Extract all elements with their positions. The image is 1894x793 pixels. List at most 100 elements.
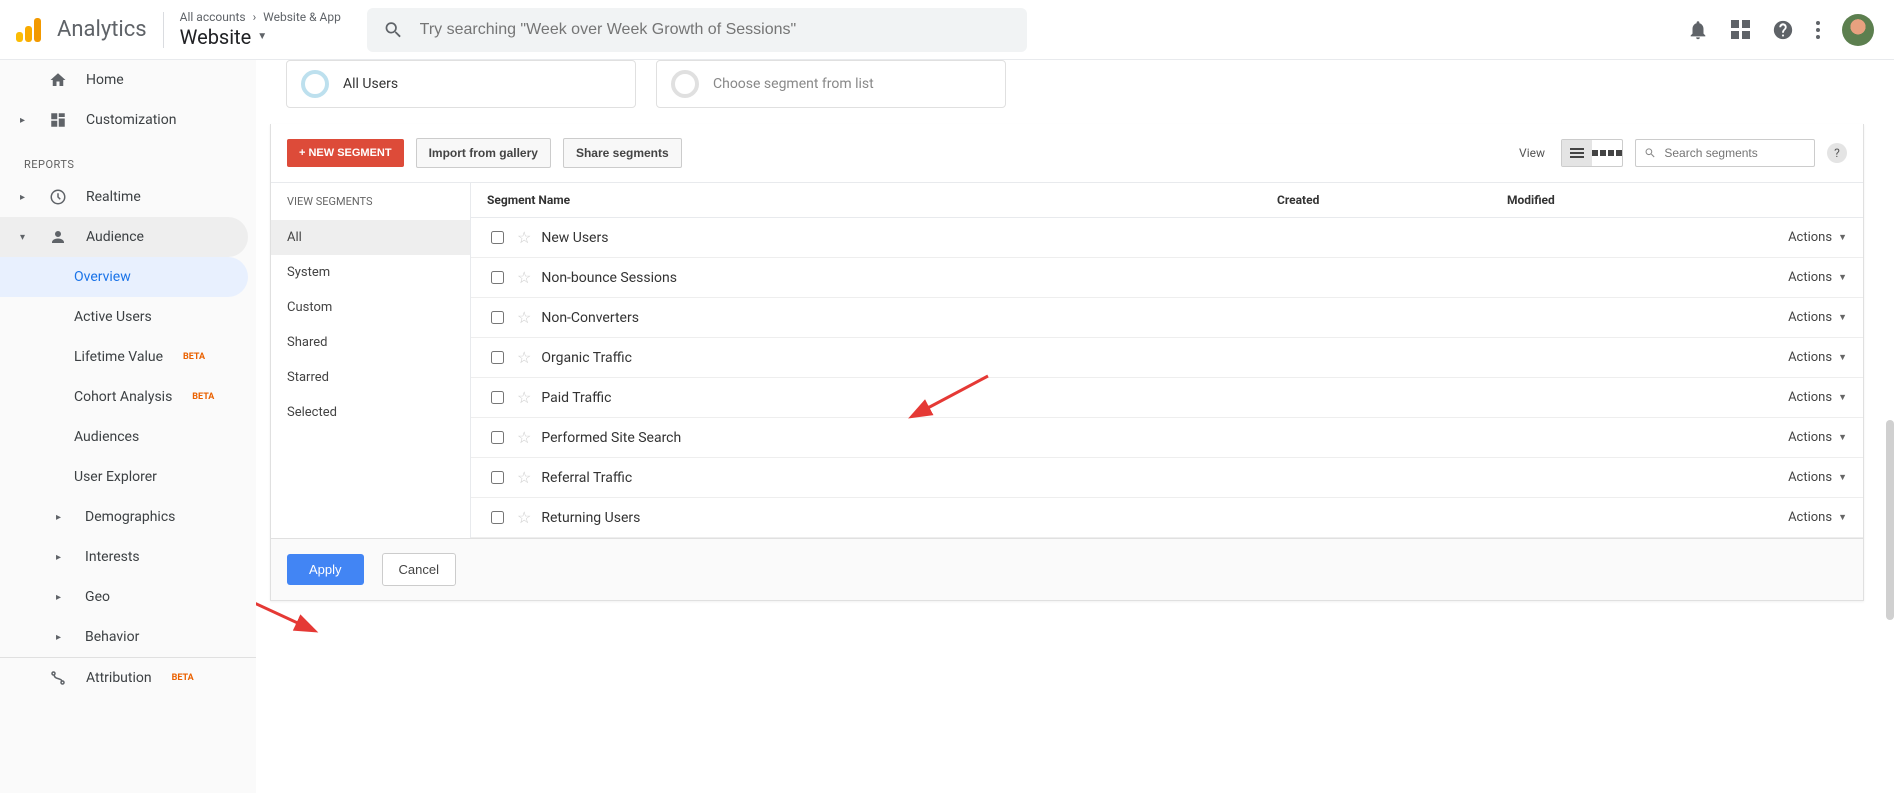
nav-home[interactable]: Home <box>0 60 256 100</box>
filter-starred[interactable]: Starred <box>271 360 470 395</box>
star-icon[interactable]: ☆ <box>517 268 531 287</box>
scrollbar[interactable] <box>1886 420 1894 620</box>
cancel-button[interactable]: Cancel <box>382 553 456 586</box>
nav-active-users[interactable]: Active Users <box>0 297 256 337</box>
actions-menu[interactable]: Actions▼ <box>1727 390 1847 405</box>
nav-label: Interests <box>85 549 140 565</box>
row-checkbox[interactable] <box>491 351 504 364</box>
nav-realtime[interactable]: ▸ Realtime <box>0 177 256 217</box>
actions-menu[interactable]: Actions▼ <box>1727 270 1847 285</box>
nav-label: Behavior <box>85 629 139 645</box>
panel-footer: Apply Cancel <box>271 538 1863 600</box>
col-created[interactable]: Created <box>1277 193 1507 207</box>
section-reports-label: REPORTS <box>0 140 256 177</box>
global-search[interactable] <box>367 8 1027 52</box>
row-checkbox[interactable] <box>491 271 504 284</box>
nav-behavior[interactable]: ▸ Behavior <box>0 617 256 657</box>
search-segments-input[interactable] <box>1662 145 1806 161</box>
actions-menu[interactable]: Actions▼ <box>1727 470 1847 485</box>
share-segments-button[interactable]: Share segments <box>563 138 682 168</box>
table-row[interactable]: ☆Paid TrafficActions▼ <box>471 378 1863 418</box>
main-content: All Users Choose segment from list + NEW… <box>256 60 1894 793</box>
table-row[interactable]: ☆Performed Site SearchActions▼ <box>471 418 1863 458</box>
nav-attribution[interactable]: AttributionBETA <box>0 658 256 698</box>
actions-menu[interactable]: Actions▼ <box>1727 350 1847 365</box>
segment-chip-all-users[interactable]: All Users <box>286 60 636 108</box>
apps-grid-icon[interactable] <box>1731 20 1750 39</box>
row-checkbox[interactable] <box>491 471 504 484</box>
table-row[interactable]: ☆Non-ConvertersActions▼ <box>471 298 1863 338</box>
nav-label: Demographics <box>85 509 175 525</box>
filter-selected[interactable]: Selected <box>271 395 470 430</box>
view-list-button[interactable] <box>1562 140 1592 166</box>
beta-badge: BETA <box>172 673 194 683</box>
table-row[interactable]: ☆Referral TrafficActions▼ <box>471 458 1863 498</box>
segment-filters: VIEW SEGMENTS All System Custom Shared S… <box>271 183 471 538</box>
filter-shared[interactable]: Shared <box>271 325 470 360</box>
new-segment-button[interactable]: + NEW SEGMENT <box>287 139 404 167</box>
nav-cohort-analysis[interactable]: Cohort AnalysisBETA <box>0 377 256 417</box>
table-row[interactable]: ☆Non-bounce SessionsActions▼ <box>471 258 1863 298</box>
bell-icon[interactable] <box>1687 19 1709 41</box>
filter-custom[interactable]: Custom <box>271 290 470 325</box>
collapse-arrow-icon: ▾ <box>20 232 30 243</box>
actions-label: Actions <box>1788 230 1832 245</box>
apply-button[interactable]: Apply <box>287 554 364 585</box>
row-checkbox[interactable] <box>491 231 504 244</box>
col-modified[interactable]: Modified <box>1507 193 1727 207</box>
expand-arrow-icon: ▸ <box>20 115 30 126</box>
nav-audience[interactable]: ▾ Audience <box>0 217 248 257</box>
list-icon <box>1562 140 1592 166</box>
nav-label: Overview <box>74 269 131 285</box>
dropdown-triangle-icon: ▼ <box>1838 392 1847 403</box>
star-icon[interactable]: ☆ <box>517 228 531 247</box>
star-icon[interactable]: ☆ <box>517 428 531 447</box>
actions-label: Actions <box>1788 310 1832 325</box>
user-avatar[interactable] <box>1842 14 1874 46</box>
segment-chip-choose[interactable]: Choose segment from list <box>656 60 1006 108</box>
global-search-input[interactable] <box>418 20 1011 40</box>
filter-all[interactable]: All <box>271 220 470 255</box>
row-checkbox[interactable] <box>491 431 504 444</box>
nav-lifetime-value[interactable]: Lifetime ValueBETA <box>0 337 256 377</box>
search-segments[interactable] <box>1635 139 1815 167</box>
star-icon[interactable]: ☆ <box>517 508 531 527</box>
beta-badge: BETA <box>192 392 214 402</box>
row-checkbox[interactable] <box>491 511 504 524</box>
actions-menu[interactable]: Actions▼ <box>1727 510 1847 525</box>
import-gallery-button[interactable]: Import from gallery <box>416 138 551 168</box>
segment-name: Returning Users <box>541 510 640 526</box>
actions-menu[interactable]: Actions▼ <box>1727 430 1847 445</box>
row-checkbox[interactable] <box>491 391 504 404</box>
search-icon <box>1644 146 1656 160</box>
help-icon[interactable]: ? <box>1827 143 1847 163</box>
star-icon[interactable]: ☆ <box>517 468 531 487</box>
star-icon[interactable]: ☆ <box>517 308 531 327</box>
nav-audiences[interactable]: Audiences <box>0 417 256 457</box>
actions-menu[interactable]: Actions▼ <box>1727 310 1847 325</box>
actions-menu[interactable]: Actions▼ <box>1727 230 1847 245</box>
star-icon[interactable]: ☆ <box>517 388 531 407</box>
beta-badge: BETA <box>183 352 205 362</box>
path-icon <box>48 669 68 687</box>
nav-overview[interactable]: Overview <box>0 257 248 297</box>
table-row[interactable]: ☆New UsersActions▼ <box>471 218 1863 258</box>
row-checkbox[interactable] <box>491 311 504 324</box>
view-grid-button[interactable] <box>1592 140 1622 166</box>
expand-arrow-icon: ▸ <box>56 512 61 523</box>
nav-customization[interactable]: ▸ Customization <box>0 100 256 140</box>
nav-geo[interactable]: ▸ Geo <box>0 577 256 617</box>
dashboard-icon <box>48 111 68 129</box>
kebab-menu-icon[interactable] <box>1816 21 1820 39</box>
nav-demographics[interactable]: ▸ Demographics <box>0 497 256 537</box>
account-picker[interactable]: All accounts › Website & App Website ▼ <box>180 10 341 48</box>
help-circle-icon[interactable] <box>1772 19 1794 41</box>
filter-system[interactable]: System <box>271 255 470 290</box>
nav-interests[interactable]: ▸ Interests <box>0 537 256 577</box>
col-segment-name[interactable]: Segment Name <box>487 193 1277 207</box>
star-icon[interactable]: ☆ <box>517 348 531 367</box>
table-row[interactable]: ☆ Returning Users Actions▼ <box>471 498 1863 538</box>
table-row[interactable]: ☆Organic TrafficActions▼ <box>471 338 1863 378</box>
account-breadcrumbs: All accounts › Website & App <box>180 10 341 24</box>
nav-user-explorer[interactable]: User Explorer <box>0 457 256 497</box>
